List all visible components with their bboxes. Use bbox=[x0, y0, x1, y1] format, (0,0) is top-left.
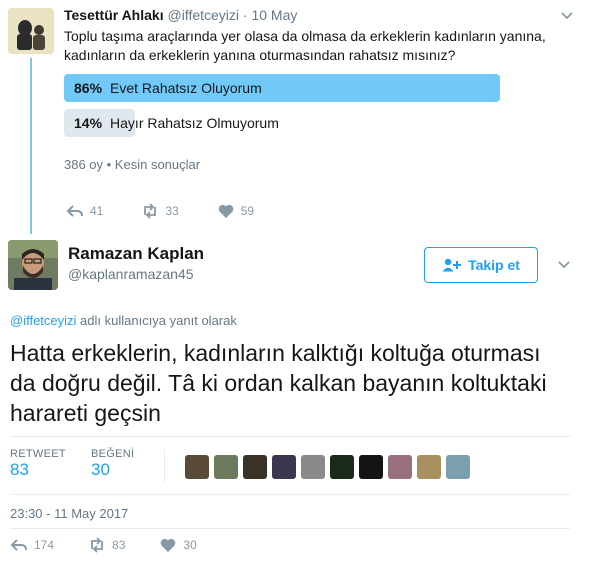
parent-reply-button[interactable]: 41 bbox=[66, 203, 103, 219]
poll-option-2: 14% Hayır Rahatsız Olmuyorum bbox=[64, 109, 500, 137]
liker-avatar[interactable] bbox=[272, 455, 296, 479]
avatar-tesettur-ahlaki[interactable] bbox=[8, 8, 54, 54]
like-stat-value: 30 bbox=[91, 460, 110, 479]
main-retweet-count: 83 bbox=[112, 538, 126, 552]
reply-icon bbox=[10, 539, 27, 551]
main-actions: 174 83 30 bbox=[10, 537, 223, 553]
parent-tweet-text: Toplu taşıma araçlarında yer olasa da ol… bbox=[64, 28, 546, 63]
main-retweet-button[interactable]: 83 bbox=[88, 537, 125, 553]
main-reply-count: 174 bbox=[34, 538, 55, 552]
reply-icon bbox=[66, 205, 83, 217]
like-stat[interactable]: BEĞENİ 30 bbox=[91, 448, 134, 480]
tweet-timestamp: 23:30 - 11 May 2017 bbox=[10, 506, 129, 521]
like-stat-label: BEĞENİ bbox=[91, 448, 135, 460]
main-reply-button[interactable]: 174 bbox=[10, 537, 54, 553]
stats-divider bbox=[164, 450, 165, 482]
divider-middle bbox=[10, 494, 570, 495]
liker-avatar[interactable] bbox=[185, 455, 209, 479]
thread-connector-line bbox=[30, 58, 32, 234]
retweet-stat-label: RETWEET bbox=[10, 448, 66, 460]
avatar-photo bbox=[8, 240, 58, 290]
retweet-icon bbox=[91, 537, 103, 553]
main-handle[interactable]: @kaplanramazan45 bbox=[68, 266, 194, 282]
poll-option-2-label: Hayır Rahatsız Olmuyorum bbox=[110, 115, 279, 131]
main-like-button[interactable]: 30 bbox=[159, 537, 197, 553]
poll-option-2-percent: 14% bbox=[74, 115, 103, 131]
parent-retweet-button[interactable]: 33 bbox=[141, 203, 179, 219]
parent-more-chevron-icon[interactable] bbox=[560, 9, 574, 28]
reply-to-link[interactable]: @iffetceyizi bbox=[10, 313, 76, 328]
parent-actions: 41 33 59 bbox=[66, 203, 280, 219]
main-more-chevron-icon[interactable] bbox=[557, 258, 571, 277]
parent-retweet-count: 33 bbox=[165, 204, 179, 218]
parent-date[interactable]: 10 May bbox=[251, 7, 297, 23]
poll-option-1: 86% Evet Rahatsız Oluyorum bbox=[64, 74, 500, 102]
parent-tweet-header: Tesettür Ahlakı @iffetceyizi · 10 May bbox=[64, 7, 297, 23]
heart-icon bbox=[161, 538, 176, 552]
poll-option-1-label: Evet Rahatsız Oluyorum bbox=[110, 80, 262, 96]
reply-context: @iffetceyizi adlı kullanıcıya yanıt olar… bbox=[10, 313, 237, 328]
avatar-ramazan-kaplan[interactable] bbox=[8, 240, 58, 290]
follow-button[interactable]: Takip et bbox=[424, 247, 538, 283]
liker-avatar[interactable] bbox=[301, 455, 325, 479]
heart-icon bbox=[218, 204, 234, 218]
poll-votes-summary: 386 oy • Kesin sonuçlar bbox=[64, 157, 201, 172]
likers-avatars bbox=[185, 455, 470, 479]
retweet-icon bbox=[144, 203, 157, 219]
add-user-icon bbox=[442, 258, 462, 272]
header-separator: · bbox=[242, 7, 248, 23]
follow-button-label: Takip et bbox=[468, 257, 520, 273]
poll-option-1-percent: 86% bbox=[74, 80, 103, 96]
avatar-illustration bbox=[8, 8, 54, 54]
liker-avatar[interactable] bbox=[446, 455, 470, 479]
main-tweet-text: Hatta erkeklerin, kadınların kalktığı ko… bbox=[10, 340, 547, 426]
liker-avatar[interactable] bbox=[388, 455, 412, 479]
parent-reply-count: 41 bbox=[90, 204, 104, 218]
liker-avatar[interactable] bbox=[243, 455, 267, 479]
main-like-count: 30 bbox=[183, 538, 197, 552]
liker-avatar[interactable] bbox=[330, 455, 354, 479]
retweet-stat-value: 83 bbox=[10, 460, 29, 479]
parent-like-button[interactable]: 59 bbox=[217, 203, 254, 219]
liker-avatar[interactable] bbox=[359, 455, 383, 479]
parent-display-name[interactable]: Tesettür Ahlakı bbox=[64, 7, 164, 23]
reply-to-suffix: adlı kullanıcıya yanıt olarak bbox=[80, 313, 237, 328]
liker-avatar[interactable] bbox=[214, 455, 238, 479]
liker-avatar[interactable] bbox=[417, 455, 441, 479]
retweet-stat[interactable]: RETWEET 83 bbox=[10, 448, 66, 480]
parent-like-count: 59 bbox=[240, 204, 255, 218]
main-display-name[interactable]: Ramazan Kaplan bbox=[68, 244, 204, 264]
divider-bottom bbox=[10, 528, 570, 529]
parent-handle[interactable]: @iffetceyizi bbox=[167, 7, 239, 23]
divider-top bbox=[10, 436, 570, 437]
